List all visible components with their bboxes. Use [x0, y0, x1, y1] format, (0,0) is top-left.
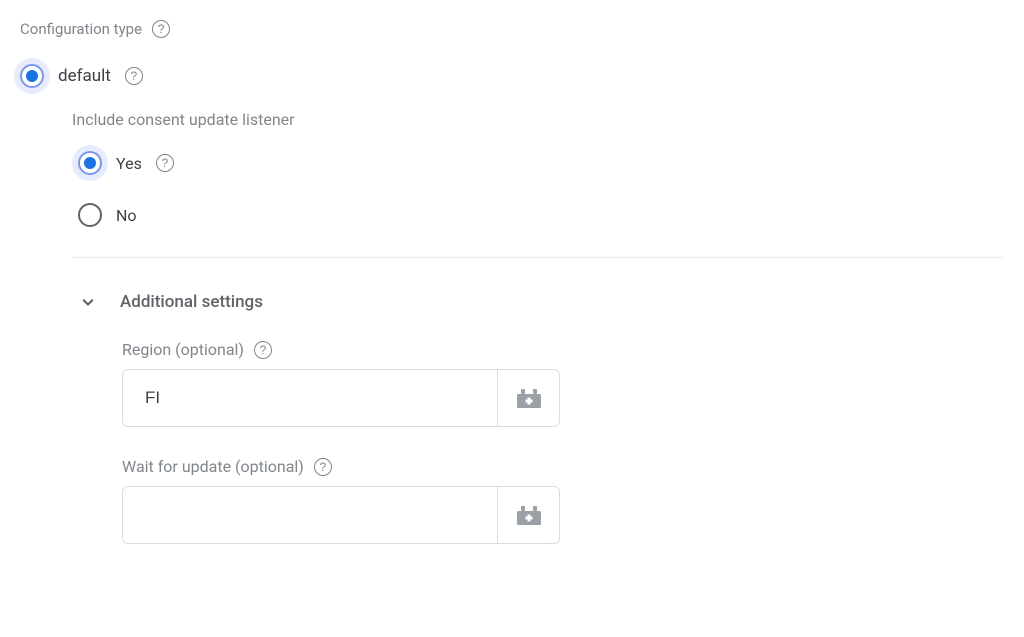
wait-for-update-label-text: Wait for update (optional) [122, 457, 304, 476]
region-label-text: Region (optional) [122, 340, 244, 359]
help-icon[interactable]: ? [254, 341, 272, 359]
variable-picker-icon [516, 387, 542, 409]
region-field: Region (optional) ? [122, 340, 1004, 427]
radio-unselected-icon [78, 203, 102, 227]
help-icon[interactable]: ? [152, 20, 170, 38]
additional-settings-title: Additional settings [120, 292, 263, 312]
configuration-type-label: Configuration type ? [20, 20, 1004, 38]
consent-listener-yes[interactable]: Yes ? [72, 151, 1004, 175]
radio-selected-icon [20, 64, 44, 88]
consent-listener-yes-label: Yes [116, 154, 142, 173]
region-label: Region (optional) ? [122, 340, 1004, 359]
wait-for-update-field: Wait for update (optional) ? [122, 457, 1004, 544]
region-input-wrap [122, 369, 560, 427]
divider [72, 257, 1004, 258]
consent-listener-label: Include consent update listener [72, 110, 1004, 129]
wait-for-update-label: Wait for update (optional) ? [122, 457, 1004, 476]
radio-selected-icon [78, 151, 102, 175]
additional-settings-toggle[interactable]: Additional settings [72, 292, 1004, 312]
config-type-option-label: default [58, 66, 111, 86]
consent-listener-no-label: No [116, 206, 137, 225]
help-icon[interactable]: ? [156, 154, 174, 172]
wait-for-update-input[interactable] [123, 487, 497, 543]
variable-picker-icon [516, 504, 542, 526]
consent-listener-no[interactable]: No [72, 203, 1004, 227]
wait-for-update-input-wrap [122, 486, 560, 544]
config-type-option-default[interactable]: default ? [20, 64, 1004, 88]
configuration-type-text: Configuration type [20, 20, 142, 38]
chevron-down-icon [78, 292, 98, 312]
help-icon[interactable]: ? [125, 67, 143, 85]
help-icon[interactable]: ? [314, 458, 332, 476]
variable-picker-button[interactable] [497, 487, 559, 543]
variable-picker-button[interactable] [497, 370, 559, 426]
region-input[interactable] [123, 370, 497, 426]
